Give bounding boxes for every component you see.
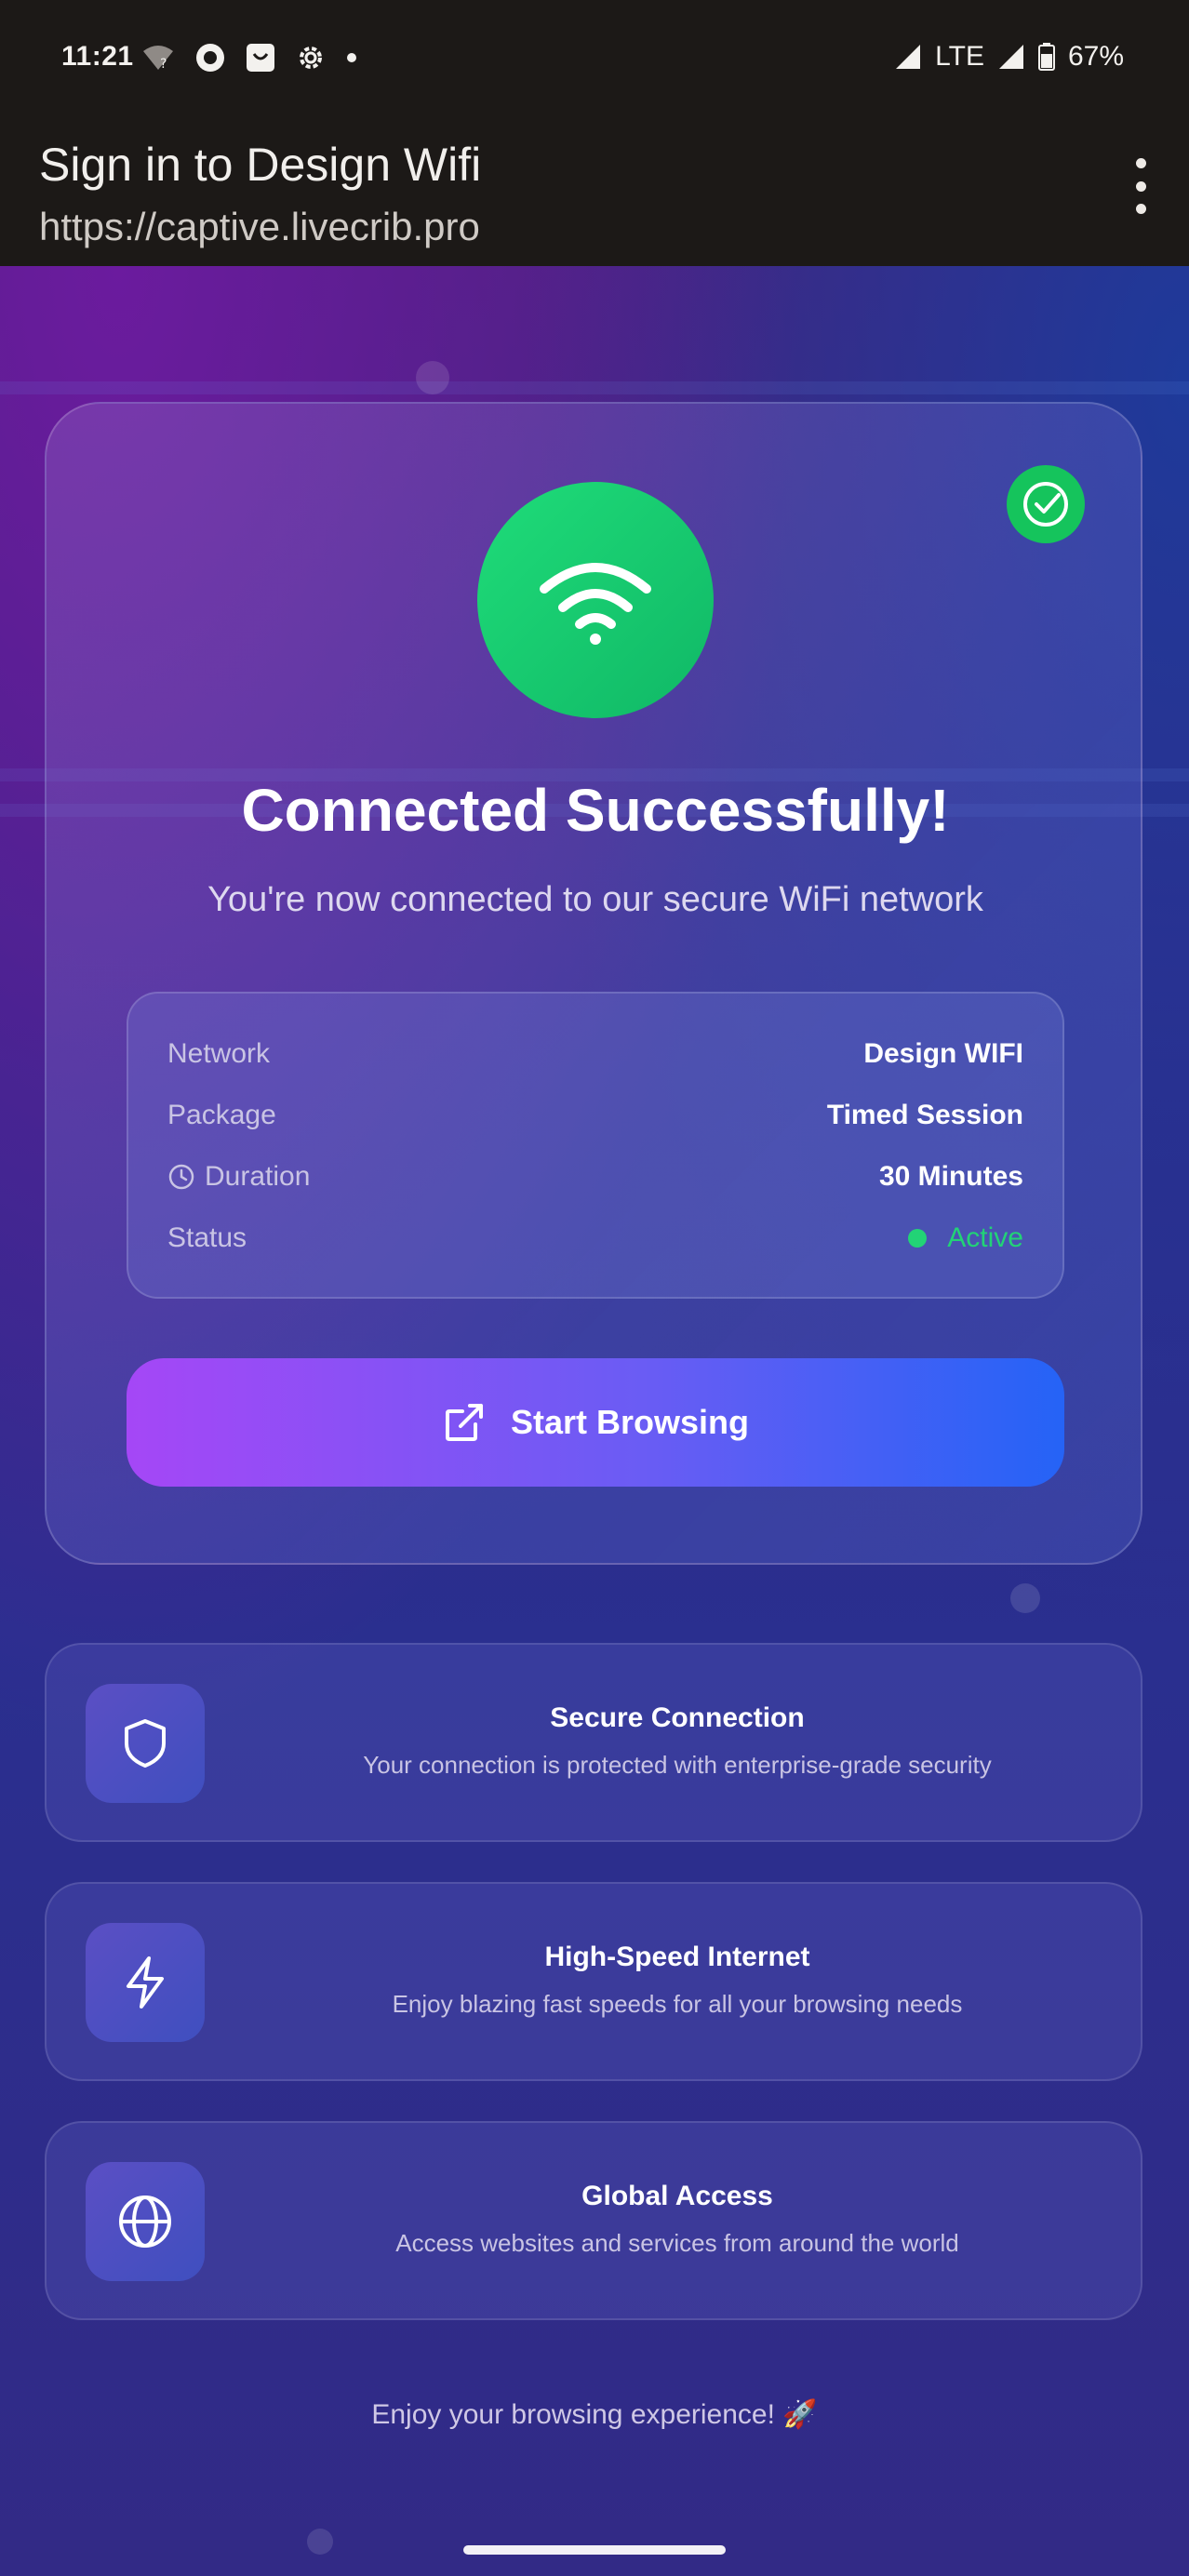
decor-dot xyxy=(307,2529,333,2555)
page-url: https://captive.livecrib.pro xyxy=(39,205,480,248)
info-row-duration: Duration 30 Minutes xyxy=(167,1154,1023,1200)
circle-o-icon xyxy=(196,44,224,72)
info-row-status: Status Active xyxy=(167,1215,1023,1261)
network-type: LTE xyxy=(935,41,984,72)
info-label: Package xyxy=(167,1100,276,1130)
home-indicator[interactable] xyxy=(463,2545,726,2555)
info-label: Duration xyxy=(205,1161,311,1192)
shield-icon xyxy=(125,1719,166,1768)
status-icons-left: ? xyxy=(141,43,357,73)
feature-secure-connection: Secure Connection Your connection is pro… xyxy=(45,1643,1142,1842)
shopping-bag-icon xyxy=(247,44,274,72)
captive-portal-page: Connected Successfully! You're now conne… xyxy=(0,266,1189,2576)
status-value: Active xyxy=(947,1222,1023,1253)
wifi-icon-badge xyxy=(477,482,714,718)
feature-desc: Your connection is protected with enterp… xyxy=(363,1751,992,1779)
connection-subtitle: You're now connected to our secure WiFi … xyxy=(207,880,983,919)
info-value: Design WIFI xyxy=(863,1038,1023,1069)
feature-desc: Enjoy blazing fast speeds for all your b… xyxy=(392,1990,963,2018)
feature-icon-badge xyxy=(86,2162,205,2281)
app-bar: Sign in to Design Wifi https://captive.l… xyxy=(0,119,1189,266)
info-value: Timed Session xyxy=(826,1100,1023,1130)
info-label-wrap: Duration xyxy=(167,1161,310,1193)
external-link-icon xyxy=(445,1404,483,1441)
status-bar: 11:21 ? LTE 67% xyxy=(0,0,1189,119)
battery-icon xyxy=(1037,43,1055,71)
globe-icon xyxy=(119,2196,171,2248)
feature-title: High-Speed Internet xyxy=(544,1942,810,1972)
gear-icon xyxy=(300,47,322,69)
info-row-package: Package Timed Session xyxy=(167,1092,1023,1139)
info-label: Status xyxy=(167,1222,247,1253)
feature-title: Secure Connection xyxy=(550,1702,805,1733)
decor-dot xyxy=(1010,1583,1040,1613)
connection-card: Connected Successfully! You're now conne… xyxy=(45,402,1142,1565)
info-label: Network xyxy=(167,1038,271,1069)
lightning-icon xyxy=(127,1956,164,2009)
info-value: 30 Minutes xyxy=(878,1161,1023,1192)
connection-title: Connected Successfully! xyxy=(241,777,950,844)
status-time: 11:21 xyxy=(61,41,134,72)
footer-message: Enjoy your browsing experience! 🚀 xyxy=(371,2399,818,2430)
dot-icon xyxy=(347,53,356,62)
battery-level: 67% xyxy=(1067,41,1124,72)
feature-title: Global Access xyxy=(581,2181,773,2211)
svg-text:?: ? xyxy=(160,57,167,72)
signal-icon xyxy=(998,45,1023,69)
feature-global-access: Global Access Access websites and servic… xyxy=(45,2121,1142,2320)
feature-high-speed: High-Speed Internet Enjoy blazing fast s… xyxy=(45,1882,1142,2081)
start-browsing-label: Start Browsing xyxy=(510,1403,750,1441)
signal-icon xyxy=(896,45,921,69)
clock-icon xyxy=(168,1164,194,1190)
more-options-icon[interactable] xyxy=(1129,158,1152,214)
feature-icon-badge xyxy=(86,1923,205,2042)
status-dot-icon xyxy=(908,1229,928,1248)
feature-desc: Access websites and services from around… xyxy=(395,2229,959,2257)
wifi-question-icon: ? xyxy=(143,46,173,72)
check-circle-icon xyxy=(1007,465,1085,543)
status-icons-right: LTE 67% xyxy=(894,41,1124,73)
decor-line xyxy=(0,381,1189,394)
info-row-network: Network Design WIFI xyxy=(167,1031,1023,1077)
start-browsing-button[interactable]: Start Browsing xyxy=(127,1358,1064,1487)
wifi-icon xyxy=(540,563,651,645)
session-info: Network Design WIFI Package Timed Sessio… xyxy=(127,992,1064,1299)
page-title: Sign in to Design Wifi xyxy=(39,139,482,191)
decor-dot xyxy=(416,361,449,394)
feature-icon-badge xyxy=(86,1684,205,1803)
status-badge: Active xyxy=(908,1222,1023,1254)
